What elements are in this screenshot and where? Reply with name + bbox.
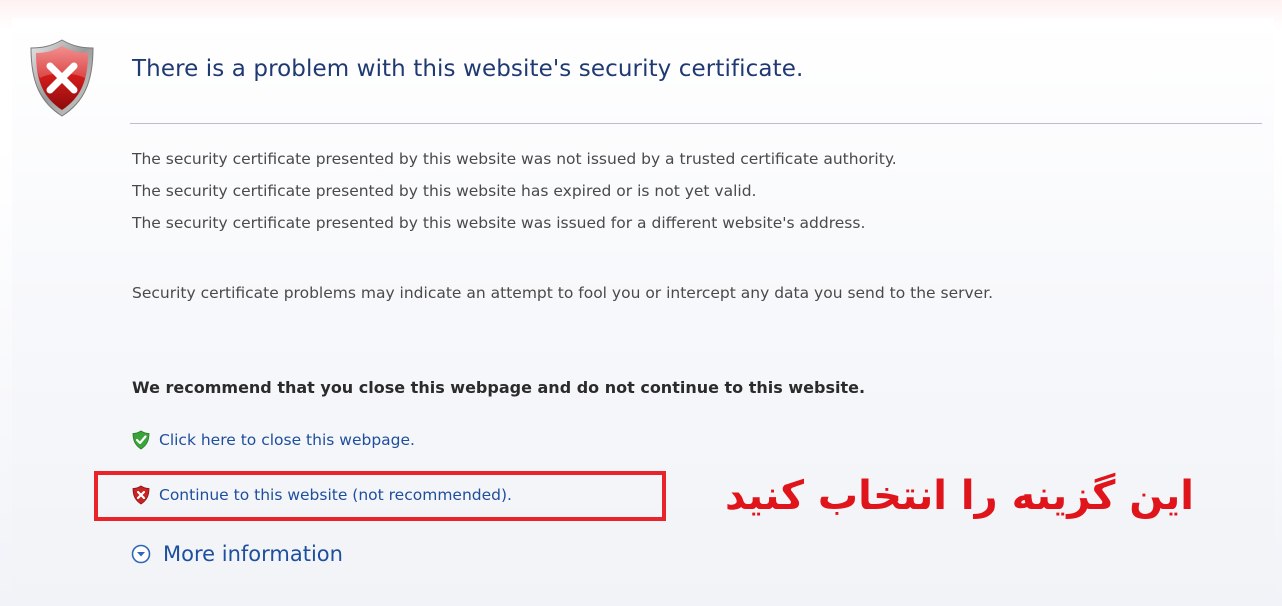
- persian-annotation: این گزینه را انتخاب کنید: [724, 473, 1194, 519]
- more-information-toggle[interactable]: More information: [131, 542, 343, 566]
- title-divider: [130, 123, 1262, 124]
- recommendation-text: We recommend that you close this webpage…: [132, 378, 866, 397]
- reason-different-address: The security certificate presented by th…: [132, 214, 866, 232]
- page-title: There is a problem with this website's s…: [132, 56, 804, 82]
- highlight-box: [94, 471, 666, 521]
- warning-paragraph: Security certificate problems may indica…: [132, 284, 994, 302]
- close-webpage-link[interactable]: Click here to close this webpage.: [131, 430, 415, 450]
- certificate-error-page: There is a problem with this website's s…: [0, 0, 1282, 606]
- chevron-down-circle-icon: [131, 544, 151, 564]
- reason-untrusted-authority: The security certificate presented by th…: [132, 150, 897, 168]
- close-webpage-label[interactable]: Click here to close this webpage.: [159, 431, 415, 449]
- more-information-label[interactable]: More information: [163, 542, 343, 566]
- reason-expired: The security certificate presented by th…: [132, 182, 757, 200]
- green-shield-check-icon: [132, 430, 150, 450]
- error-shield-icon: [30, 39, 94, 117]
